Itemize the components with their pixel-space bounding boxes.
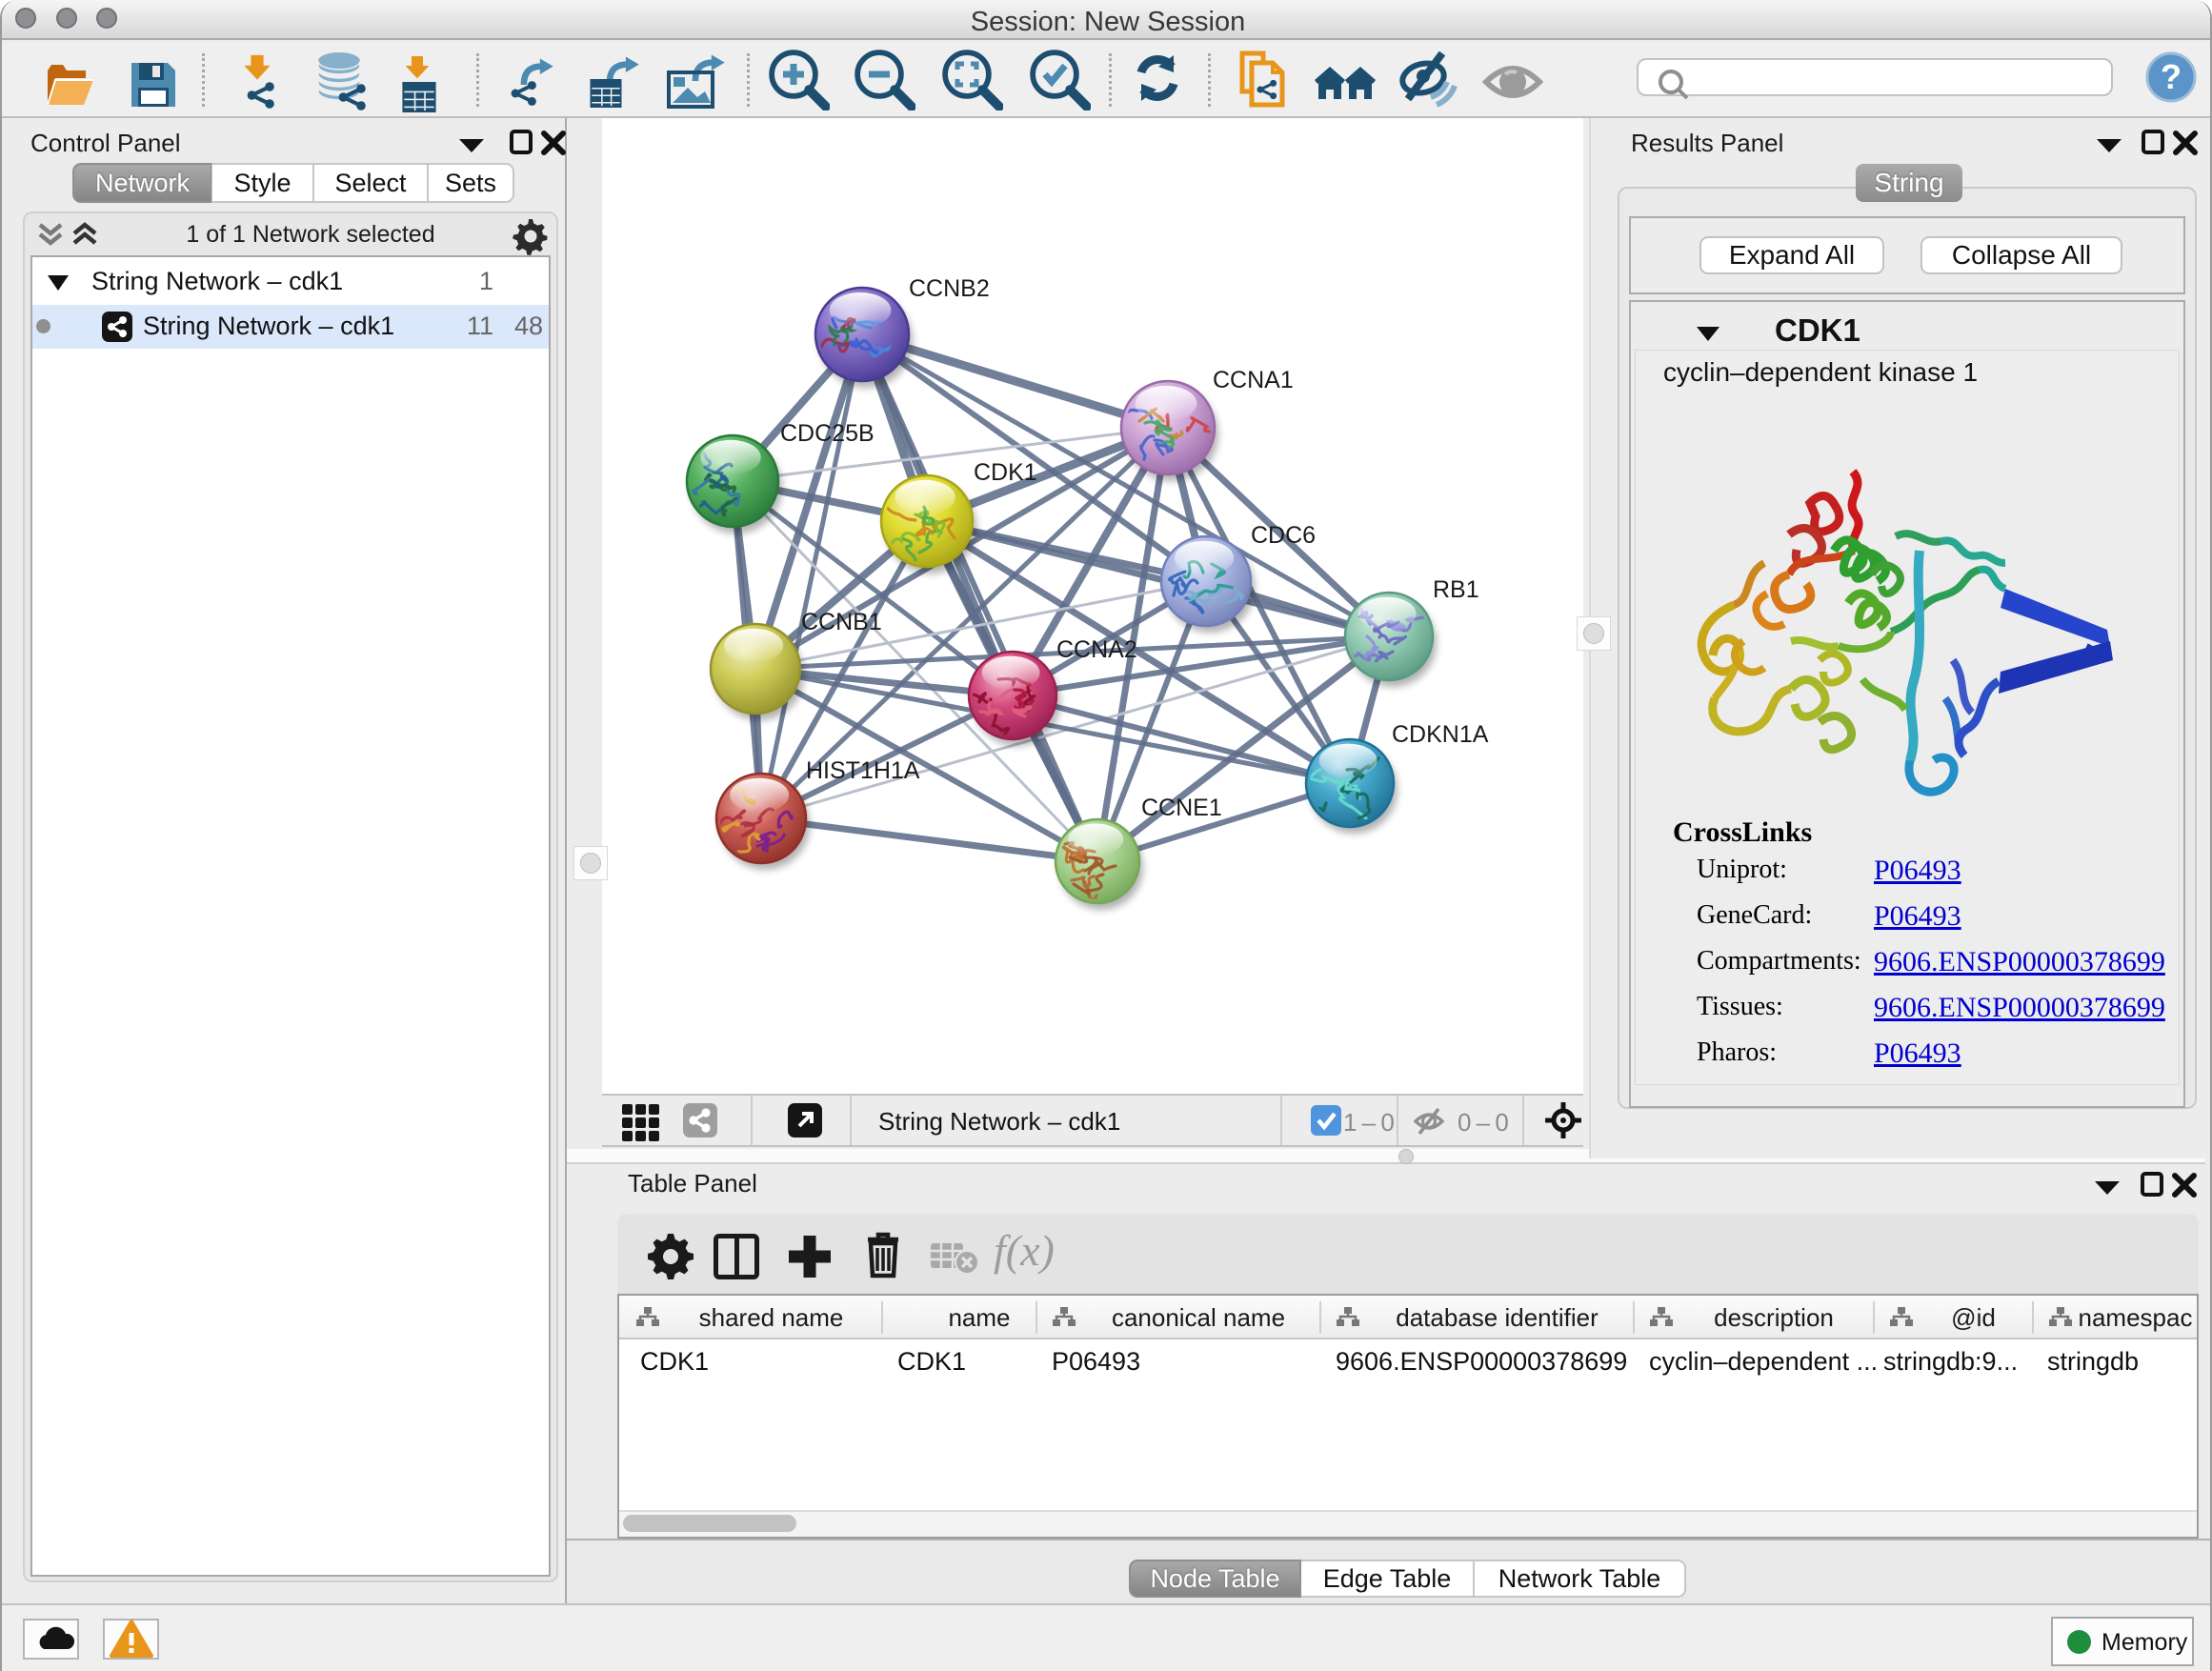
svg-text:CCNE1: CCNE1 [1141, 795, 1222, 821]
svg-text:CCNA1: CCNA1 [1213, 367, 1294, 393]
svg-text:CCNB1: CCNB1 [801, 609, 882, 635]
svg-text:CCNA2: CCNA2 [1056, 636, 1137, 663]
svg-text:CCNB2: CCNB2 [909, 275, 990, 302]
svg-text:CDC25B: CDC25B [780, 420, 875, 447]
svg-text:CDK1: CDK1 [974, 459, 1037, 486]
svg-text:CDKN1A: CDKN1A [1392, 721, 1489, 748]
svg-text:HIST1H1A: HIST1H1A [806, 757, 920, 784]
svg-text:?: ? [2161, 57, 2182, 96]
svg-text:RB1: RB1 [1433, 576, 1479, 603]
svg-text:CDC6: CDC6 [1251, 522, 1316, 549]
